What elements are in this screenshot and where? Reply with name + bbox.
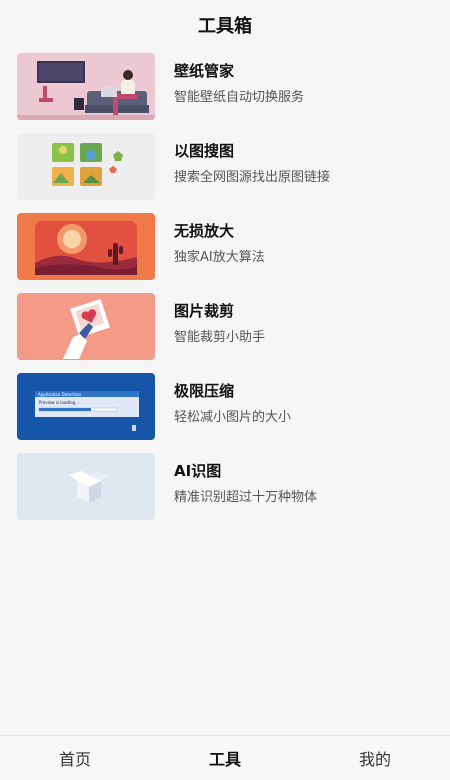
tool-name: 以图搜图 [174,142,235,160]
tool-item-crop[interactable]: 图片裁剪 智能裁剪小助手 [0,290,450,370]
tool-desc: 轻松减小图片的大小 [174,410,292,425]
tool-name: 壁纸管家 [174,62,235,80]
tool-desc: 智能裁剪小助手 [174,330,266,345]
tool-item-image-search[interactable]: 以图搜图 搜索全网图源找出原图链接 [0,130,450,210]
compress-window-title: Application Detection [38,392,82,397]
photo-hand-illustration-icon [17,293,155,360]
compress-status-text: Preview is loading... [39,400,79,405]
tool-desc: 精准识别超过十万种物体 [174,490,318,505]
tab-home[interactable]: 首页 [0,746,150,770]
tab-mine[interactable]: 我的 [300,746,450,770]
tool-list: 壁纸管家 智能壁纸自动切换服务 以图搜图 搜索全网图源找出原图链接 无损放大 独… [0,50,450,530]
tool-item-compress[interactable]: Application Detection Preview is loading… [0,370,450,450]
tool-name: 无损放大 [174,222,235,240]
tool-item-wallpaper[interactable]: 壁纸管家 智能壁纸自动切换服务 [0,50,450,130]
tool-desc: 搜索全网图源找出原图链接 [174,170,331,185]
tool-name: AI识图 [174,462,222,480]
tool-item-upscale[interactable]: 无损放大 独家AI放大算法 [0,210,450,290]
puzzle-illustration-icon [17,133,155,200]
tool-desc: 独家AI放大算法 [174,250,265,265]
tool-name: 图片裁剪 [174,302,235,320]
open-box-illustration-icon [17,453,155,520]
tool-desc: 智能壁纸自动切换服务 [174,90,305,105]
desert-sunset-illustration-icon [17,213,155,280]
compress-dialog-illustration-icon: Application Detection Preview is loading… [17,373,155,440]
tool-name: 极限压缩 [174,382,235,400]
wallpaper-illustration-icon [17,53,155,120]
tab-tools[interactable]: 工具 [150,746,300,770]
page-title: 工具箱 [198,16,252,37]
bottom-tab-bar: 首页 工具 我的 [0,735,450,780]
tool-item-ai-recognize[interactable]: AI识图 精准识别超过十万种物体 [0,450,450,530]
